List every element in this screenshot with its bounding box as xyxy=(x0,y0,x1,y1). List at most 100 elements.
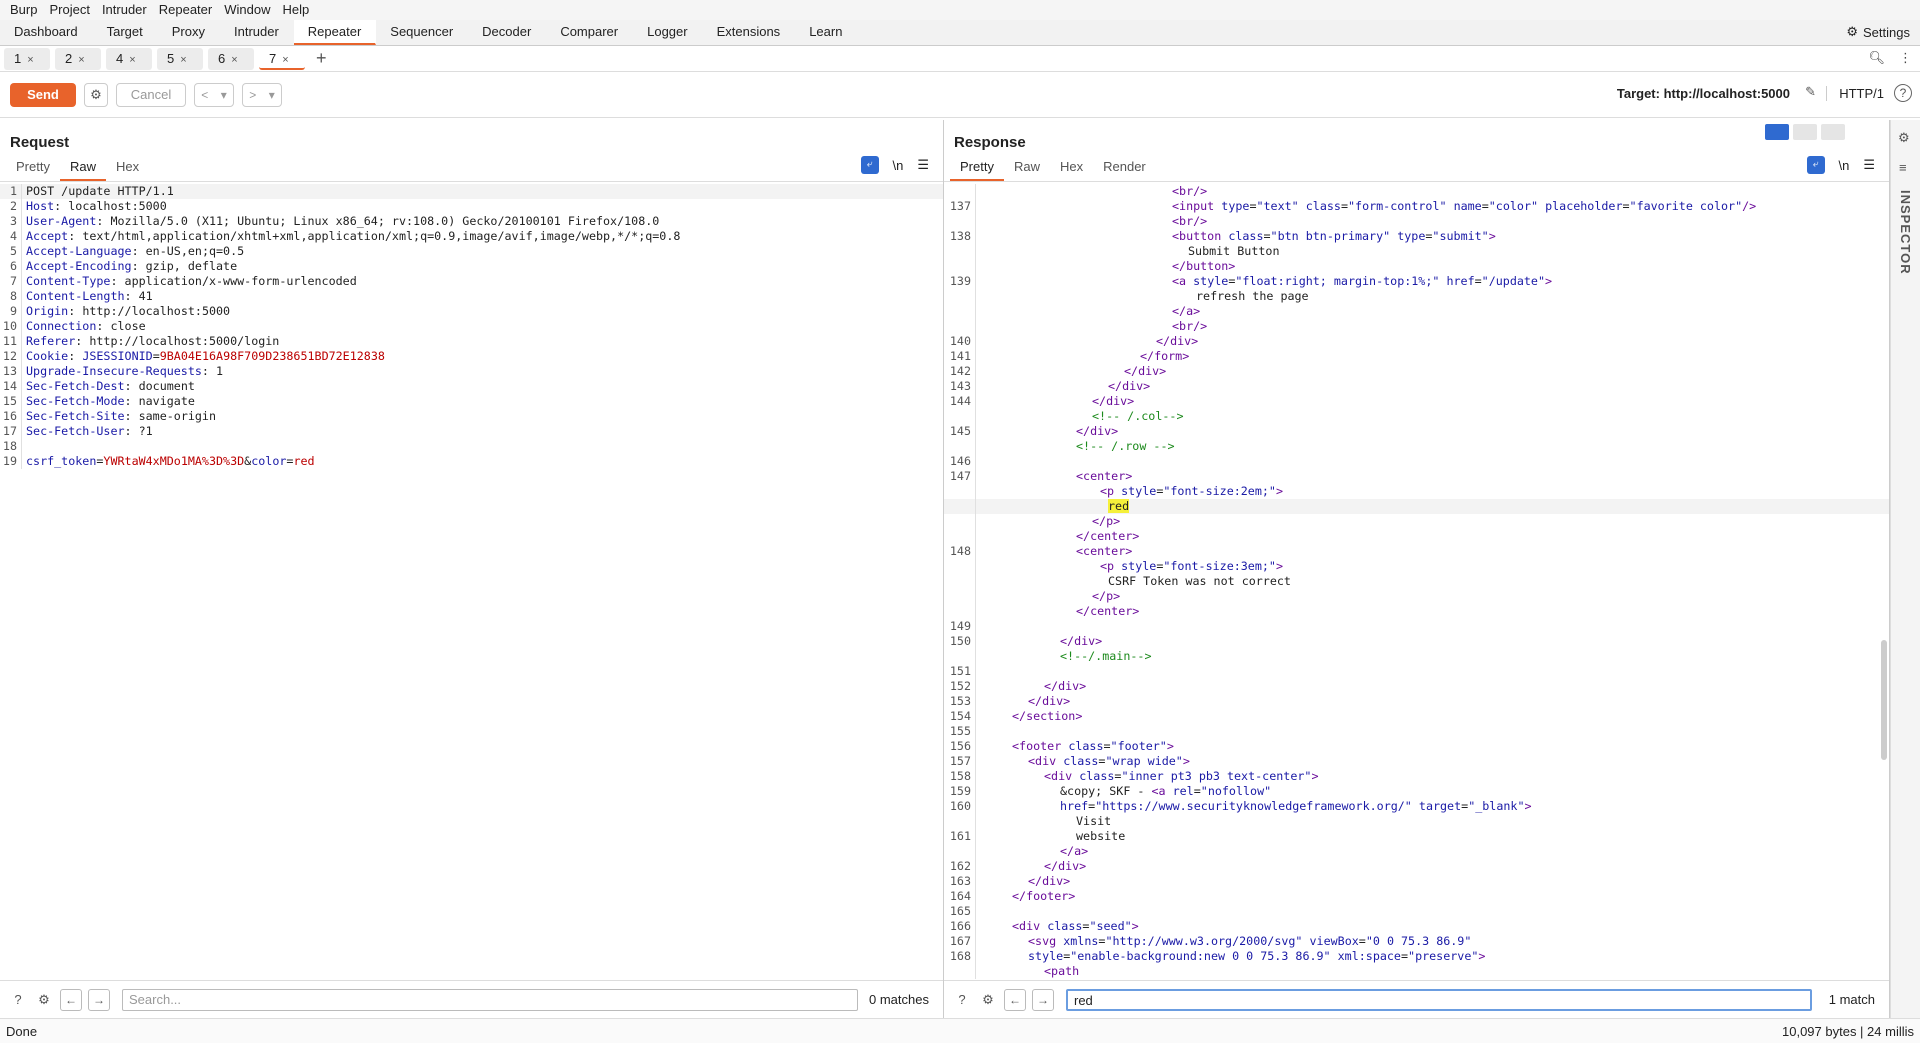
menu-item-help[interactable]: Help xyxy=(276,0,315,20)
request-title: Request xyxy=(10,134,70,151)
newline-toggle-icon[interactable]: \n xyxy=(893,158,904,173)
tab-decoder[interactable]: Decoder xyxy=(468,20,546,45)
response-view-tab-raw[interactable]: Raw xyxy=(1004,155,1050,181)
line-content xyxy=(976,724,980,739)
response-line: </a> xyxy=(944,304,1889,319)
wrap-lines-icon[interactable]: ⤶ xyxy=(860,156,879,174)
response-editor[interactable]: <br/> 137 <input type="text" class="form-c… xyxy=(944,184,1889,979)
line-content: Submit Button xyxy=(1188,244,1280,258)
back-button[interactable]: < ▾ xyxy=(194,82,234,107)
response-line: <br/> xyxy=(944,214,1889,229)
settings-button[interactable]: ⚙ Settings xyxy=(1846,24,1910,40)
menu-icon[interactable]: ☰ xyxy=(1863,157,1875,173)
layout-toggle[interactable] xyxy=(1765,124,1845,140)
send-button[interactable]: Send xyxy=(10,82,76,107)
tab-repeater[interactable]: Repeater xyxy=(293,20,377,45)
code-token: Host xyxy=(26,199,55,213)
tab-intruder[interactable]: Intruder xyxy=(220,20,294,45)
code-punctuation: = xyxy=(152,349,160,363)
line-content: &copy; SKF - <a rel="nofollow" xyxy=(1060,784,1272,798)
response-search-input[interactable]: red xyxy=(1066,988,1812,1011)
http-version[interactable]: HTTP/1 xyxy=(1826,86,1884,101)
send-settings-button[interactable]: ⚙ xyxy=(84,82,108,107)
newline-toggle-icon[interactable]: \n xyxy=(1839,158,1850,173)
more-options-icon[interactable]: ⋮ xyxy=(1899,50,1912,66)
gear-icon[interactable]: ⚙ xyxy=(34,990,54,1010)
tab-dashboard[interactable]: Dashboard xyxy=(0,20,93,45)
close-icon[interactable]: × xyxy=(129,54,135,66)
line-number: 168 xyxy=(944,949,976,964)
code-punctuation: : xyxy=(201,364,209,378)
inspector-label[interactable]: INSPECTOR xyxy=(1898,190,1913,275)
menu-item-project[interactable]: Project xyxy=(43,0,95,20)
request-editor[interactable]: 1 POST /update HTTP/1.1 2 Host: localhost:5… xyxy=(0,184,943,979)
previous-match-button[interactable]: ← xyxy=(60,988,82,1011)
close-icon[interactable]: × xyxy=(27,54,33,66)
split-vertical-icon[interactable] xyxy=(1793,124,1817,140)
repeater-tab-2[interactable]: 2 × xyxy=(55,47,101,70)
inspector-sidebar[interactable]: ⚙ ≡ INSPECTOR xyxy=(1890,120,1920,1018)
help-icon[interactable]: ? xyxy=(952,990,972,1010)
line-number: 163 xyxy=(944,874,976,889)
menu-item-intruder[interactable]: Intruder xyxy=(96,0,153,20)
line-content: <!-- /.col--> xyxy=(1092,409,1184,423)
request-line: 5 Accept-Language: en-US,en;q=0.5 xyxy=(0,244,943,259)
repeater-tab-1[interactable]: 1 × xyxy=(4,47,50,70)
repeater-tab-7[interactable]: 7 × xyxy=(259,47,305,70)
menu-icon[interactable]: ☰ xyxy=(917,157,929,173)
scrollbar[interactable] xyxy=(1881,640,1887,760)
tabbed-layout-icon[interactable] xyxy=(1821,124,1845,140)
close-icon[interactable]: × xyxy=(78,54,84,66)
tab-comparer[interactable]: Comparer xyxy=(546,20,633,45)
help-icon[interactable]: ? xyxy=(8,990,28,1010)
request-view-tabs: Pretty Raw Hex ⤶ \n ☰ xyxy=(0,154,943,182)
line-content xyxy=(976,904,980,919)
code-token: 9BA04E16A98F709D238651BD72E12838 xyxy=(159,349,385,363)
response-view-tab-hex[interactable]: Hex xyxy=(1050,155,1093,181)
forward-button[interactable]: > ▾ xyxy=(242,82,282,107)
search-icon[interactable]: 🔍︎ xyxy=(1868,50,1885,66)
line-number: 13 xyxy=(0,364,22,379)
request-view-tab-raw[interactable]: Raw xyxy=(59,155,106,181)
response-view-tab-pretty[interactable]: Pretty xyxy=(950,155,1004,181)
edit-target-icon[interactable]: ✎ xyxy=(1805,84,1816,100)
next-match-button[interactable]: → xyxy=(1032,988,1054,1011)
tab-learn[interactable]: Learn xyxy=(795,20,857,45)
help-icon[interactable]: ? xyxy=(1894,84,1912,102)
line-number xyxy=(944,589,976,604)
next-match-button[interactable]: → xyxy=(88,988,110,1011)
menu-item-window[interactable]: Window xyxy=(218,0,276,20)
repeater-tab-6[interactable]: 6 × xyxy=(208,47,254,70)
close-icon[interactable]: × xyxy=(180,54,186,66)
repeater-tab-5[interactable]: 5 × xyxy=(157,47,203,70)
split-horizontal-icon[interactable] xyxy=(1765,124,1789,140)
close-icon[interactable]: × xyxy=(282,54,288,66)
gear-icon[interactable]: ⚙ xyxy=(1898,130,1910,146)
request-view-tab-hex[interactable]: Hex xyxy=(106,155,149,181)
line-number: 137 xyxy=(944,199,976,214)
request-line: 17 Sec-Fetch-User: ?1 xyxy=(0,424,943,439)
cancel-button[interactable]: Cancel xyxy=(116,82,186,107)
previous-match-button[interactable]: ← xyxy=(1004,988,1026,1011)
request-line: 16 Sec-Fetch-Site: same-origin xyxy=(0,409,943,424)
add-tab-icon[interactable]: + xyxy=(316,48,327,69)
request-view-tab-pretty[interactable]: Pretty xyxy=(6,155,60,181)
request-line: 3 User-Agent: Mozilla/5.0 (X11; Ubuntu; L… xyxy=(0,214,943,229)
tab-target[interactable]: Target xyxy=(93,20,158,45)
gear-icon[interactable]: ⚙ xyxy=(978,990,998,1010)
menu-item-repeater[interactable]: Repeater xyxy=(153,0,218,20)
menu-item-burp[interactable]: Burp xyxy=(4,0,43,20)
request-search-input[interactable]: Search... xyxy=(122,988,858,1011)
close-icon[interactable]: × xyxy=(231,54,237,66)
list-icon[interactable]: ≡ xyxy=(1899,160,1907,175)
repeater-tabs: 1 × 2 × 4 × 5 × 6 × 7 × + 🔍︎ ⋮ xyxy=(0,46,1920,72)
response-view-tab-render[interactable]: Render xyxy=(1093,155,1156,181)
repeater-tab-4[interactable]: 4 × xyxy=(106,47,152,70)
request-line: 2 Host: localhost:5000 xyxy=(0,199,943,214)
tab-logger[interactable]: Logger xyxy=(633,20,702,45)
line-number: 155 xyxy=(944,724,976,739)
tab-sequencer[interactable]: Sequencer xyxy=(376,20,468,45)
tab-proxy[interactable]: Proxy xyxy=(158,20,220,45)
wrap-lines-icon[interactable]: ⤶ xyxy=(1806,156,1825,174)
tab-extensions[interactable]: Extensions xyxy=(703,20,796,45)
